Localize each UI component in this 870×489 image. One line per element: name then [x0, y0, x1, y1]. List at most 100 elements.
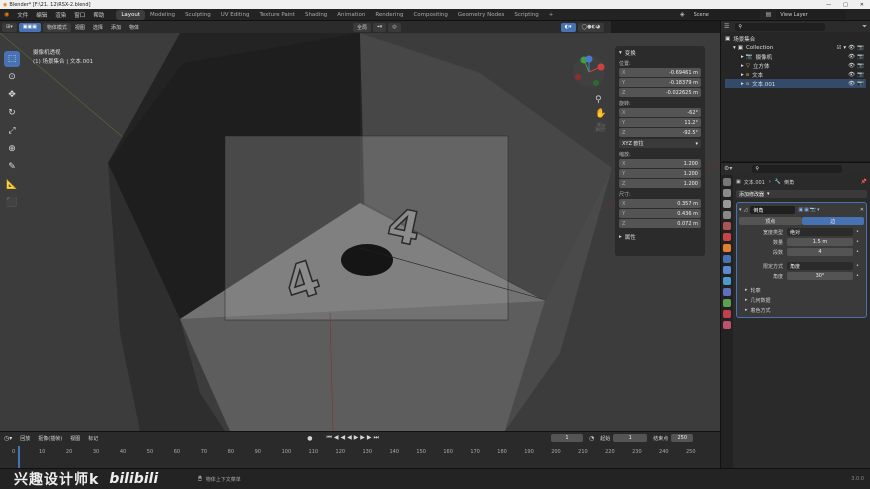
outliner-item-text[interactable]: ▸ a 文本 👁📷 — [725, 70, 866, 79]
select-mode-buttons[interactable]: ▣▣▣ — [18, 22, 41, 32]
timeline-ruler[interactable]: 0 10 20 30 40 50 60 70 80 90 100 110 120 130 140 150 160… — [0, 432, 720, 469]
dimensions-y-field[interactable]: Y 0.436 m — [619, 209, 701, 218]
angle-field[interactable]: 30° — [787, 272, 853, 280]
dimensions-z-field[interactable]: Z 0.072 m — [619, 219, 701, 228]
world-tab-icon[interactable] — [723, 233, 731, 241]
scene-icon[interactable]: ◈ — [680, 11, 685, 18]
tab-geometry-nodes[interactable]: Geometry Nodes — [453, 10, 509, 20]
minimize-button[interactable]: — — [820, 2, 837, 8]
outliner-item-collection[interactable]: ▾ ▣ Collection ☑▾👁📷 — [725, 43, 866, 52]
scale-z-field[interactable]: Z 1.200 — [619, 179, 701, 188]
location-z-field[interactable]: Z -0.022625 m — [619, 88, 701, 97]
outliner-item-camera[interactable]: ▸ 📷 摄像机 👁📷 — [725, 52, 866, 61]
shading-mode-buttons[interactable]: ◯●◐◕ — [577, 22, 605, 32]
orientation-selector[interactable]: 全局 — [352, 22, 371, 32]
add-cube-tool[interactable]: ⬛ — [4, 195, 20, 211]
modifier-toggle-icons[interactable]: ▣▣📷▾ — [798, 207, 820, 213]
select-box-tool[interactable]: ⬚ — [4, 51, 20, 67]
remove-modifier-icon[interactable]: ✕ — [860, 207, 864, 213]
tool-tab-icon[interactable] — [723, 178, 731, 186]
overlays-toggle[interactable]: ◐▾ — [560, 22, 576, 32]
outliner-item-text-001[interactable]: ▸ a 文本.001 👁📷 — [725, 79, 866, 88]
properties-search-input[interactable]: ⚲ — [752, 164, 843, 173]
amount-field[interactable]: 1.5 m — [787, 238, 853, 246]
navigation-gizmo[interactable] — [572, 55, 606, 89]
geometry-section[interactable]: ▸ 几何数据 — [739, 295, 864, 305]
output-tab-icon[interactable] — [723, 200, 731, 208]
tab-rendering[interactable]: Rendering — [370, 10, 408, 20]
playhead[interactable] — [17, 446, 20, 468]
pan-hand-icon[interactable]: ✋ — [595, 107, 606, 121]
view-layer-selector[interactable]: View Layer — [776, 10, 847, 19]
particles-tab-icon[interactable] — [723, 266, 731, 274]
menu-add[interactable]: 添加 — [107, 24, 125, 31]
material-tab-icon[interactable] — [723, 310, 731, 318]
view-layer-tab-icon[interactable] — [723, 211, 731, 219]
outliner-root[interactable]: ▣ 场景集合 — [725, 34, 866, 43]
outliner-editor-icon[interactable]: ☰ — [724, 23, 729, 30]
tab-uv-editing[interactable]: UV Editing — [216, 10, 255, 20]
location-y-field[interactable]: Y -0.18379 m — [619, 78, 701, 87]
mode-selector[interactable]: 物体模式 — [42, 22, 71, 32]
scale-y-field[interactable]: Y 1.200 — [619, 169, 701, 178]
affect-vertices-button[interactable]: 顶点 — [739, 217, 802, 225]
render-tab-icon[interactable] — [723, 189, 731, 197]
modifier-tab-icon[interactable] — [723, 255, 731, 263]
add-modifier-button[interactable]: 添加修改器 ▾ — [736, 190, 867, 198]
limit-method-select[interactable]: 角度 — [787, 262, 853, 270]
view-layer-icon[interactable]: ▤ — [766, 11, 772, 18]
measure-tool[interactable]: 📐 — [4, 177, 20, 193]
data-tab-icon[interactable] — [723, 299, 731, 307]
rotation-mode-select[interactable]: XYZ 欧拉 ▾ — [619, 139, 701, 148]
close-button[interactable]: ✕ — [854, 2, 870, 8]
dimensions-x-field[interactable]: X 0.357 m — [619, 199, 701, 208]
rotate-tool[interactable]: ↻ — [4, 105, 20, 121]
annotate-tool[interactable]: ✎ — [4, 159, 20, 175]
move-tool[interactable]: ✥ — [4, 87, 20, 103]
blender-menu-icon[interactable]: ◉ — [0, 11, 13, 18]
scene-selector[interactable]: Scene — [689, 10, 760, 19]
menu-help[interactable]: 帮助 — [89, 11, 108, 19]
tab-sculpting[interactable]: Sculpting — [180, 10, 216, 20]
snap-toggle[interactable]: ⌖▾ — [372, 22, 387, 32]
tab-animation[interactable]: Animation — [332, 10, 370, 20]
transform-tool[interactable]: ⊕ — [4, 141, 20, 157]
profile-section[interactable]: ▸ 轮廓 — [739, 285, 864, 295]
maximize-button[interactable]: □ — [837, 2, 854, 8]
texture-tab-icon[interactable] — [723, 321, 731, 329]
tab-compositing[interactable]: Compositing — [408, 10, 452, 20]
properties-section[interactable]: ▸ 属性 — [619, 233, 701, 241]
tab-shading[interactable]: Shading — [300, 10, 332, 20]
tab-scripting[interactable]: Scripting — [509, 10, 543, 20]
scale-x-field[interactable]: X 1.200 — [619, 159, 701, 168]
object-tab-icon[interactable] — [723, 244, 731, 252]
transform-header[interactable]: ▾ 变换 — [619, 49, 701, 57]
add-workspace-button[interactable]: + — [544, 10, 559, 20]
camera-view-icon[interactable]: 🎥 — [595, 121, 606, 135]
menu-window[interactable]: 窗口 — [70, 11, 89, 19]
menu-edit[interactable]: 编辑 — [32, 11, 51, 19]
menu-file[interactable]: 文件 — [13, 11, 32, 19]
filter-icon[interactable]: ⏷ — [862, 23, 867, 31]
modifier-name-field[interactable]: 倒角 — [750, 206, 796, 214]
physics-tab-icon[interactable] — [723, 277, 731, 285]
rotation-y-field[interactable]: Y 11.2° — [619, 118, 701, 127]
menu-object[interactable]: 物体 — [125, 24, 143, 31]
affect-edges-button[interactable]: 边 — [801, 217, 864, 225]
cursor-tool[interactable]: ⊙ — [4, 69, 20, 85]
rotation-z-field[interactable]: Z -92.5° — [619, 128, 701, 137]
outliner-item-cube[interactable]: ▸ ▽ 立方体 👁📷 — [725, 61, 866, 70]
pin-icon[interactable]: 📌 — [861, 179, 867, 185]
shading-section[interactable]: ▸ 着色方式 — [739, 305, 864, 315]
proportional-edit-toggle[interactable]: ◎ — [388, 22, 401, 32]
rotation-x-field[interactable]: X -62° — [619, 108, 701, 117]
menu-view[interactable]: 视图 — [71, 24, 89, 31]
scale-tool[interactable]: ⤢ — [4, 123, 20, 139]
zoom-icon[interactable]: ⚲ — [595, 93, 606, 107]
3d-viewport[interactable]: 4 4 ⬚ ⊙ ✥ ↻ ⤢ ⊕ ✎ 📐 ⬛ 摄像机透视 (1) 场景集合 | 文… — [0, 33, 720, 431]
chevron-down-icon[interactable]: ▾ — [739, 207, 742, 213]
scene-tab-icon[interactable] — [723, 222, 731, 230]
editor-type-button[interactable]: ⊞▾ — [2, 22, 17, 32]
constraints-tab-icon[interactable] — [723, 288, 731, 296]
tab-modeling[interactable]: Modeling — [145, 10, 180, 20]
